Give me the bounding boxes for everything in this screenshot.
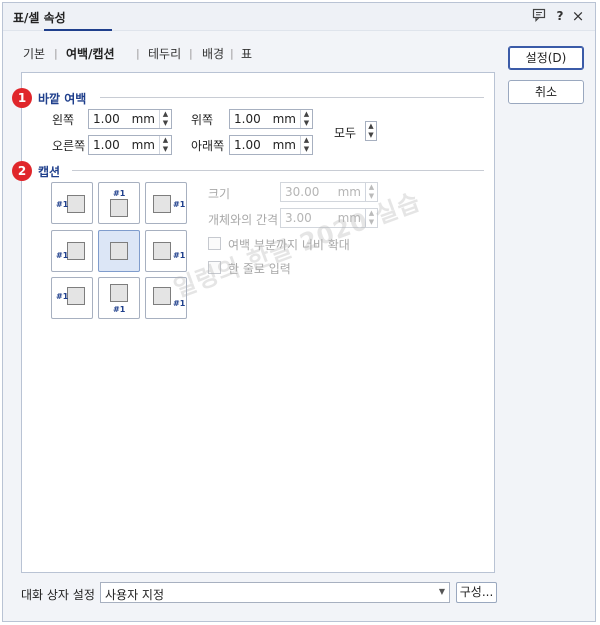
caption-tag: #1 [173, 251, 186, 260]
single-line-label: 한 줄로 입력 [228, 262, 291, 276]
caption-size-value: 30.00 [285, 185, 320, 199]
tab-separator: | [136, 47, 140, 60]
caption-tag: #1 [113, 305, 126, 314]
bottom-margin-field[interactable]: 1.00 mm ▲ ▼ [229, 135, 313, 155]
ok-button[interactable]: 설정(D) [508, 46, 584, 70]
top-margin-value: 1.00 [234, 112, 261, 126]
dialog-settings-label: 대화 상자 설정 [21, 588, 95, 602]
caption-tag: #1 [113, 189, 126, 198]
left-margin-spinner[interactable]: ▲ ▼ [159, 110, 171, 128]
tab-separator: | [230, 47, 234, 60]
caption-size-label: 크기 [208, 187, 231, 201]
caption-preview-box [110, 284, 128, 302]
caption-size-unit: mm [337, 185, 361, 199]
step-badge-2: 2 [12, 161, 32, 181]
expand-width-label: 여백 부분까지 너비 확대 [228, 238, 350, 252]
caption-gap-spinner[interactable]: ▲ ▼ [365, 209, 377, 227]
top-margin-unit: mm [272, 112, 296, 126]
left-margin-label: 왼쪽 [52, 113, 75, 127]
caption-preview-box [153, 287, 171, 305]
tab-panel: 1 바깥 여백 왼쪽 1.00 mm ▲ ▼ 위쪽 1.00 mm ▲ ▼ 오른쪽 … [12, 72, 495, 573]
close-icon[interactable]: × [570, 8, 586, 24]
expand-width-checkbox[interactable] [208, 237, 221, 250]
caption-tag: #1 [173, 299, 186, 308]
caption-preview-box [110, 199, 128, 217]
outer-margin-title: 바깥 여백 [38, 92, 87, 106]
left-margin-unit: mm [131, 112, 155, 126]
tab-border[interactable]: 테두리 [148, 45, 181, 62]
top-margin-spinner[interactable]: ▲ ▼ [300, 110, 312, 128]
caption-tag: #1 [173, 200, 186, 209]
dialog-settings-select[interactable]: 사용자 지정 ▼ [100, 582, 450, 603]
chevron-down-icon[interactable]: ▼ [439, 587, 445, 596]
config-button[interactable]: 구성... [456, 582, 497, 603]
window-title: 표/셀 속성 [13, 11, 66, 25]
caption-position-bottom-left[interactable]: #1 [51, 277, 93, 319]
bottom-margin-spinner[interactable]: ▲ ▼ [300, 136, 312, 154]
tab-background[interactable]: 배경 [202, 45, 224, 62]
caption-preview-box [110, 242, 128, 260]
caption-gap-unit: mm [337, 211, 361, 225]
caption-preview-box [153, 242, 171, 260]
section-divider [72, 170, 484, 171]
title-bar: 표/셀 속성 ? × [3, 3, 595, 31]
caption-gap-value: 3.00 [285, 211, 312, 225]
top-margin-field[interactable]: 1.00 mm ▲ ▼ [229, 109, 313, 129]
caption-gap-label: 개체와의 간격 [208, 213, 279, 227]
active-tab-indicator [44, 29, 112, 31]
all-margins-label: 모두 [334, 126, 357, 140]
single-line-checkbox[interactable] [208, 261, 221, 274]
tab-basic[interactable]: 기본 [23, 45, 45, 62]
caption-tag: #1 [56, 200, 69, 209]
step-badge-1: 1 [12, 88, 32, 108]
right-margin-spinner[interactable]: ▲ ▼ [159, 136, 171, 154]
caption-tag: #1 [56, 251, 69, 260]
caption-position-right-top[interactable]: #1 [145, 182, 187, 224]
tab-margin-caption[interactable]: 여백/캡션 [66, 45, 115, 62]
caption-size-field[interactable]: 30.00 mm ▲ ▼ [280, 182, 378, 202]
left-margin-value: 1.00 [93, 112, 120, 126]
bottom-margin-label: 아래쪽 [191, 139, 225, 153]
caption-position-left-top[interactable]: #1 [51, 182, 93, 224]
caption-tag: #1 [56, 292, 69, 301]
right-margin-value: 1.00 [93, 138, 120, 152]
caption-position-left-bottom[interactable]: #1 [51, 230, 93, 272]
all-margins-spinner[interactable]: ▲ ▼ [365, 121, 377, 141]
caption-preview-box [153, 195, 171, 213]
caption-preview-box [67, 242, 85, 260]
caption-title: 캡션 [38, 165, 61, 179]
caption-position-top[interactable]: #1 [98, 182, 140, 224]
top-margin-label: 위쪽 [191, 113, 214, 127]
caption-position-bottom[interactable]: #1 [98, 277, 140, 319]
right-margin-label: 오른쪽 [52, 139, 86, 153]
tab-separator: | [189, 47, 193, 60]
tab-separator: | [54, 47, 58, 60]
caption-size-spinner[interactable]: ▲ ▼ [365, 183, 377, 201]
right-margin-field[interactable]: 1.00 mm ▲ ▼ [88, 135, 172, 155]
cancel-button[interactable]: 취소 [508, 80, 584, 104]
bottom-margin-value: 1.00 [234, 138, 261, 152]
dialog-settings-value: 사용자 지정 [105, 588, 165, 602]
right-margin-unit: mm [131, 138, 155, 152]
caption-position-right-bottom[interactable]: #1 [145, 230, 187, 272]
caption-position-none[interactable] [98, 230, 140, 272]
left-margin-field[interactable]: 1.00 mm ▲ ▼ [88, 109, 172, 129]
caption-preview-box [67, 195, 85, 213]
caption-position-bottom-right[interactable]: #1 [145, 277, 187, 319]
section-divider [100, 97, 484, 98]
bottom-margin-unit: mm [272, 138, 296, 152]
help-icon[interactable]: ? [552, 8, 568, 24]
caption-gap-field[interactable]: 3.00 mm ▲ ▼ [280, 208, 378, 228]
tab-table[interactable]: 표 [241, 45, 252, 62]
caption-preview-box [67, 287, 85, 305]
comment-icon[interactable] [531, 8, 547, 24]
table-cell-properties-dialog: 표/셀 속성 ? × 기본 | 여백/캡션 | 테두리 | 배경 | 표 설정(… [2, 2, 596, 622]
